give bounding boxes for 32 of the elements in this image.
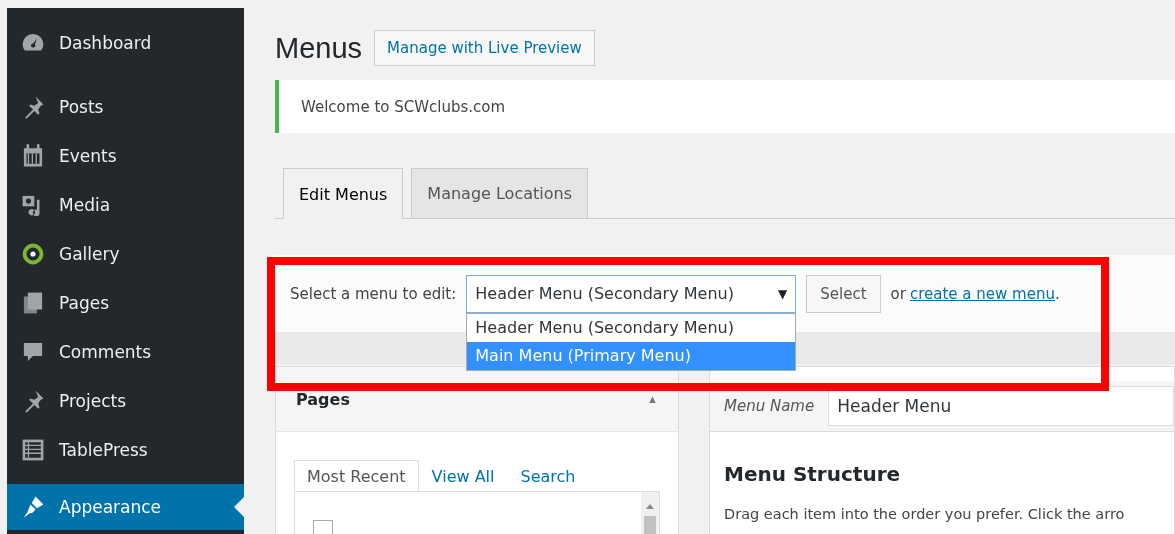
live-preview-button[interactable]: Manage with Live Preview — [374, 30, 595, 66]
select-label: Select a menu to edit: — [290, 284, 457, 303]
sidebar-item[interactable]: Dashboard — [7, 28, 244, 58]
menu-name-label: Menu Name — [724, 397, 815, 415]
sidebar-item[interactable]: Projects — [7, 376, 244, 425]
section-heading: Menu Structure — [724, 462, 902, 486]
create-menu-link[interactable]: create a new menu — [909, 284, 1055, 303]
select-button[interactable]: Select — [806, 274, 881, 313]
tab[interactable]: Manage Locations — [411, 168, 588, 218]
sidebar-item[interactable]: Appearance — [7, 484, 244, 530]
tab[interactable]: Edit Menus — [283, 168, 404, 219]
sidebar-item[interactable]: Media — [7, 180, 244, 229]
dropdown-option[interactable]: Header Menu (Secondary Menu) — [467, 313, 796, 342]
or-text: or — [890, 284, 906, 303]
page-title: Menus — [275, 31, 363, 65]
sidebar-item[interactable]: Events — [7, 131, 244, 180]
sidebar-item[interactable]: Comments — [7, 327, 244, 376]
current-item-notch-icon — [234, 497, 244, 517]
panel-title: Pages — [296, 389, 350, 409]
instructions-text: Drag each item into the order you prefer. Click the arro — [724, 506, 1126, 522]
sidebar-item[interactable]: Pages — [7, 278, 244, 327]
sidebar-item[interactable]: Gallery — [7, 229, 244, 278]
sidebar-item[interactable]: TablePress — [7, 425, 244, 474]
panel-tab[interactable]: View All — [418, 460, 508, 492]
sidebar-item[interactable]: Posts — [7, 82, 244, 131]
notice-text: Welcome to SCWclubs.com — [301, 97, 506, 116]
panel-tab[interactable]: Most Recent — [294, 460, 419, 492]
panel-tab[interactable]: Search — [507, 460, 589, 492]
checkbox[interactable] — [313, 520, 333, 534]
collapse-toggle[interactable]: ▲ — [647, 393, 658, 405]
menu-dropdown[interactable]: Header Menu (Secondary Menu) ▼ — [466, 274, 797, 313]
period-text: . — [1054, 284, 1060, 303]
